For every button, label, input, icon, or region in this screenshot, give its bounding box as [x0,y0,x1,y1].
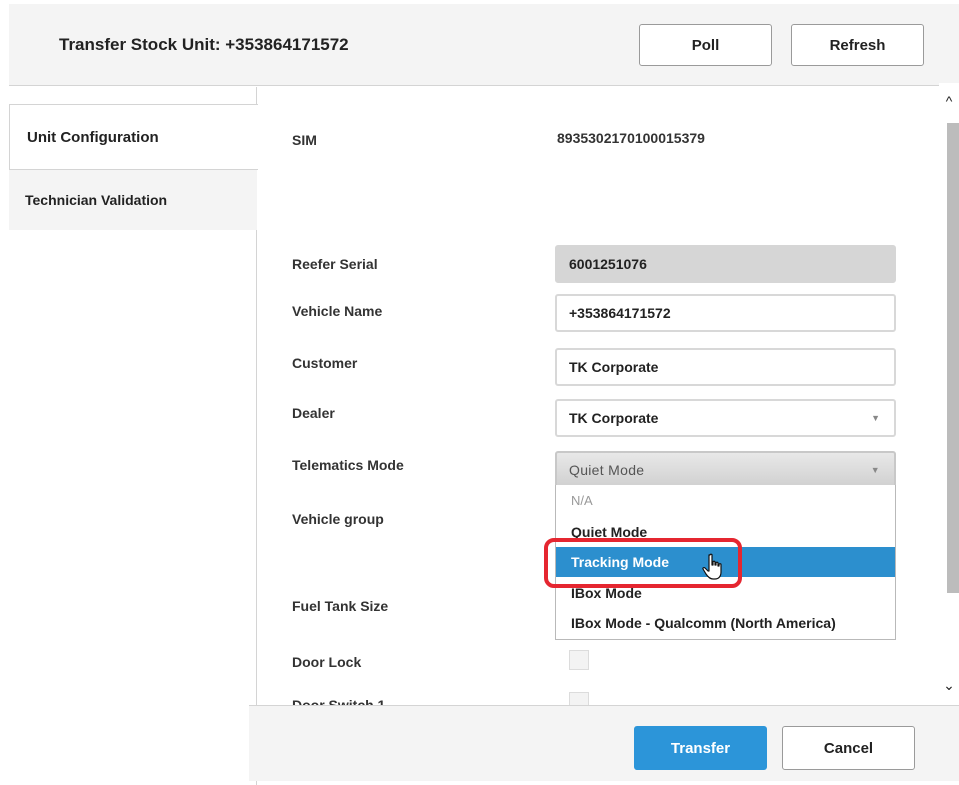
option-ibox-mode-qualcomm[interactable]: IBox Mode - Qualcomm (North America) [556,608,895,638]
refresh-button[interactable]: Refresh [791,24,924,66]
chevron-up-icon[interactable]: ^ [939,93,959,109]
vehicle-name-input[interactable]: +353864171572 [555,294,896,332]
door-lock-checkbox[interactable] [569,650,589,670]
telematics-mode-select[interactable]: Quiet Mode ▼ [555,451,896,489]
vehicle-group-label: Vehicle group [292,511,384,527]
cancel-button[interactable]: Cancel [782,726,915,770]
customer-input[interactable]: TK Corporate [555,348,896,386]
tab-label: Technician Validation [25,192,168,208]
vehicle-name-label: Vehicle Name [292,303,383,319]
reefer-serial-field: 6001251076 [555,245,896,283]
tab-unit-configuration[interactable]: Unit Configuration [9,104,258,170]
option-na[interactable]: N/A [556,485,895,515]
fuel-tank-size-label: Fuel Tank Size [292,598,389,614]
vehicle-name-value: +353864171572 [569,305,671,321]
dropdown-arrow-icon: ▼ [870,465,880,475]
dialog-title: Transfer Stock Unit: +353864171572 [59,35,349,54]
chevron-down-icon[interactable]: ⌄ [939,677,959,693]
sim-label: SIM [292,132,317,148]
door-switch-1-checkbox[interactable] [569,692,589,705]
form-content: SIM 8935302170100015379 Reefer Serial 60… [249,83,939,705]
tab-label: Unit Configuration [27,128,159,146]
scrollbar-thumb[interactable] [947,123,959,593]
telematics-mode-value: Quiet Mode [569,462,645,478]
tab-technician-validation[interactable]: Technician Validation [9,170,257,230]
customer-value: TK Corporate [569,359,659,375]
door-switch-1-label: Door Switch 1 [292,697,386,705]
poll-button[interactable]: Poll [639,24,772,66]
dialog-footer: Transfer Cancel [249,705,959,781]
dealer-select[interactable]: TK Corporate ▼ [555,399,896,437]
sidebar: Unit Configuration Technician Validation [9,87,258,785]
dialog-header: Transfer Stock Unit: +353864171572 Poll … [9,4,959,86]
door-lock-label: Door Lock [292,654,362,670]
telematics-mode-label: Telematics Mode [292,457,404,473]
vertical-scrollbar[interactable]: ^ ⌄ [939,83,959,705]
sim-value: 8935302170100015379 [557,130,705,146]
customer-label: Customer [292,355,358,371]
transfer-button[interactable]: Transfer [634,726,767,770]
reefer-serial-value: 6001251076 [569,256,647,272]
dealer-value: TK Corporate [569,410,659,426]
reefer-serial-label: Reefer Serial [292,256,378,272]
hand-pointer-icon [702,553,722,580]
dropdown-arrow-icon: ▼ [871,413,880,423]
dealer-label: Dealer [292,405,335,421]
